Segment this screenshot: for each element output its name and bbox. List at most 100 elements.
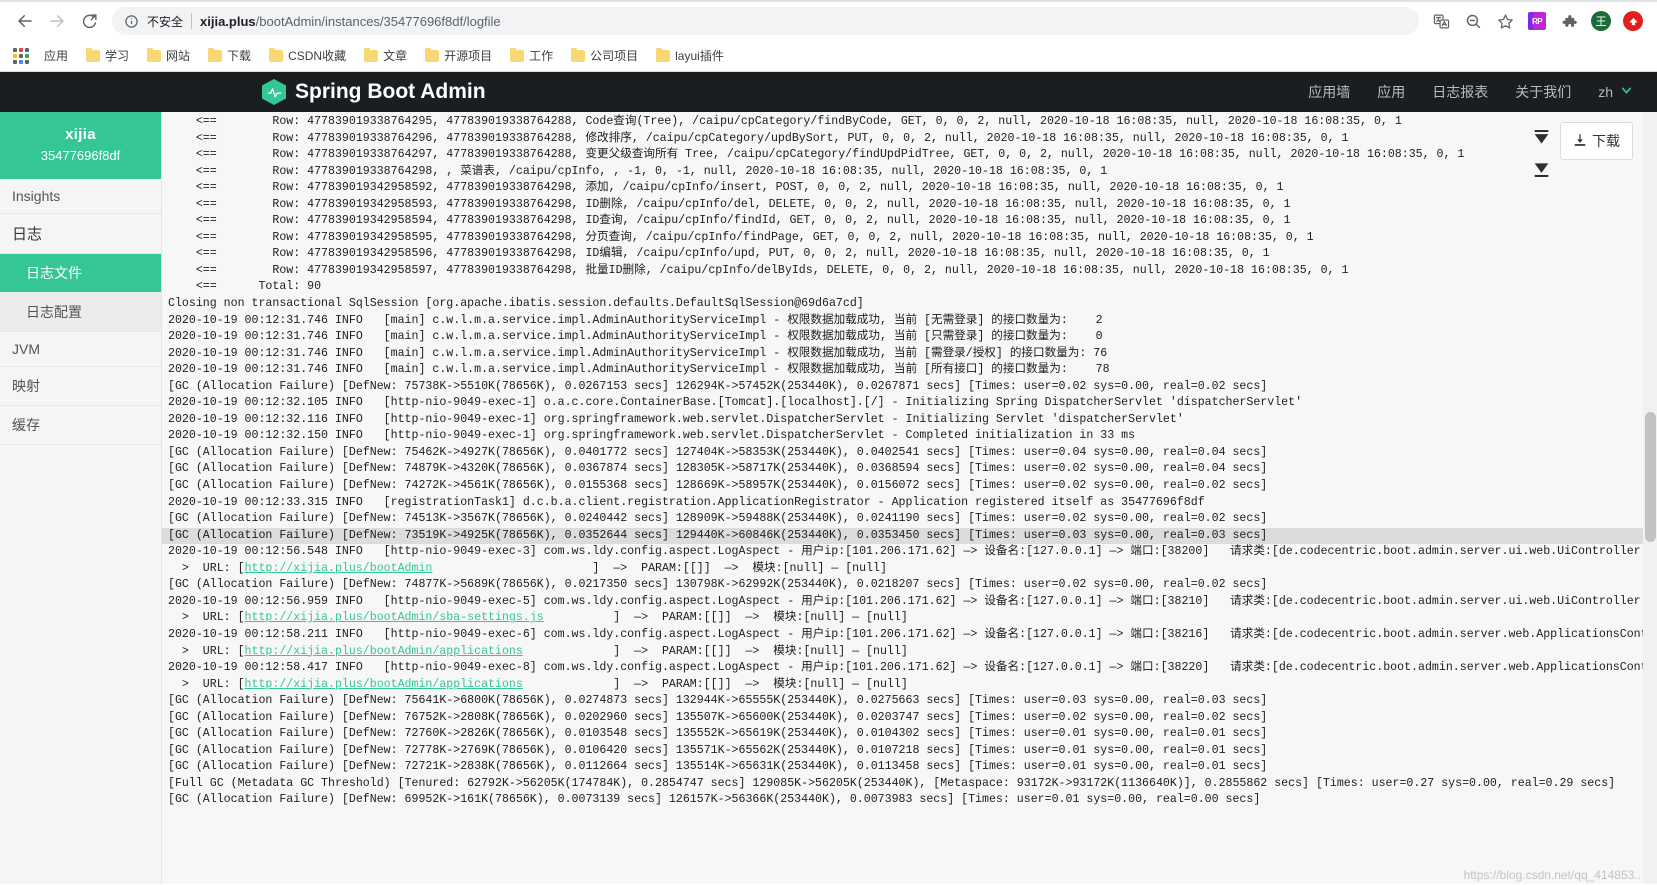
language-selector[interactable]: zh [1598, 84, 1633, 100]
bookmark-apps[interactable]: 应用 [36, 44, 76, 67]
sidebar-item-caches[interactable]: 缓存 [0, 406, 161, 445]
log-line: [GC (Allocation Failure) [DefNew: 73519K… [162, 527, 1657, 545]
download-icon [1573, 133, 1587, 150]
bookmark-folder-7[interactable]: 工作 [502, 44, 561, 67]
bookmark-folder-8[interactable]: 公司项目 [563, 44, 646, 67]
app-body: xijia 35477696f8df Insights 日志 日志文件 日志配置… [0, 112, 1657, 884]
info-circle-icon[interactable] [124, 14, 139, 29]
url-path: /bootAdmin/instances/35477696f8df/logfil… [255, 13, 501, 29]
log-line: <== Row: 477839019338764297, 47783901933… [168, 148, 1465, 162]
logfile-scrollbar-thumb[interactable] [1645, 412, 1656, 542]
logfile-scroll-area[interactable]: <== Row: 477839019338764295, 47783901933… [162, 112, 1657, 884]
bookmark-star-icon[interactable] [1491, 7, 1519, 35]
scroll-to-top-icon[interactable] [1533, 130, 1550, 150]
logfile-content: <== Row: 477839019338764295, 47783901933… [162, 112, 1657, 809]
sidebar-group-logging[interactable]: 日志 [0, 214, 161, 254]
nav-item-app-wall[interactable]: 应用墙 [1308, 82, 1350, 102]
log-url-link[interactable]: http://xijia.plus/bootAdmin/applications [245, 645, 523, 658]
log-line: > URL: [http://xijia.plus/bootAdmin ] —>… [162, 561, 1657, 578]
nav-item-log-report[interactable]: 日志报表 [1432, 82, 1488, 102]
scroll-controls [1533, 122, 1550, 182]
bookmark-folder-2[interactable]: 网站 [139, 44, 198, 67]
log-line: 2020-10-19 00:12:56.548 INFO [http-nio-9… [168, 545, 1657, 559]
bookmark-label: 应用 [44, 49, 69, 63]
folder-icon [86, 47, 101, 62]
bookmark-label: 工作 [529, 49, 554, 63]
spring-boot-admin-app: Spring Boot Admin 应用墙 应用 日志报表 关于我们 zh xi… [0, 72, 1657, 884]
back-arrow-icon[interactable] [10, 6, 40, 36]
scroll-to-bottom-icon[interactable] [1533, 162, 1550, 182]
url-text[interactable]: xijia.plus/bootAdmin/instances/35477696f… [200, 14, 501, 29]
bookmark-folder-5[interactable]: 文章 [356, 44, 415, 67]
extensions-puzzle-icon[interactable] [1555, 7, 1583, 35]
folder-icon [208, 47, 223, 62]
reload-icon[interactable] [74, 6, 104, 36]
logfile-panel: <== Row: 477839019338764295, 47783901933… [161, 112, 1657, 884]
bookmark-label: layui插件 [675, 49, 724, 63]
extension-rp-badge: RP [1528, 12, 1546, 30]
sidebar-item-jvm[interactable]: JVM [0, 332, 161, 367]
bookmark-folder-3[interactable]: 下载 [200, 44, 259, 67]
app-title: Spring Boot Admin [295, 80, 486, 103]
nav-item-applications[interactable]: 应用 [1377, 82, 1405, 102]
nav-item-about-us[interactable]: 关于我们 [1515, 82, 1571, 102]
log-line: [GC (Allocation Failure) [DefNew: 74879K… [168, 462, 1268, 476]
log-line: <== Row: 477839019342958594, 47783901933… [168, 214, 1291, 228]
log-url-link[interactable]: http://xijia.plus/bootAdmin [245, 562, 433, 575]
bookmark-folder-1[interactable]: 学习 [78, 44, 137, 67]
log-url-link[interactable]: http://xijia.plus/bootAdmin/sba-settings… [245, 611, 544, 624]
address-bar[interactable]: 不安全 xijia.plus/bootAdmin/instances/35477… [112, 7, 1419, 35]
bookmark-folder-6[interactable]: 开源项目 [417, 44, 500, 67]
profile-avatar[interactable]: 王 [1587, 7, 1615, 35]
translate-icon[interactable] [1427, 7, 1455, 35]
log-url-link[interactable]: http://xijia.plus/bootAdmin/applications [245, 678, 523, 691]
update-icon[interactable] [1619, 7, 1647, 35]
bookmark-folder-9[interactable]: layui插件 [648, 44, 732, 67]
browser-chrome: 不安全 xijia.plus/bootAdmin/instances/35477… [0, 0, 1657, 72]
log-line: 2020-10-19 00:12:58.211 INFO [http-nio-9… [168, 627, 1657, 641]
bookmark-label: 公司项目 [590, 49, 639, 63]
log-line: <== Row: 477839019342958597, 47783901933… [168, 263, 1349, 277]
download-button[interactable]: 下载 [1560, 122, 1633, 160]
log-line: [GC (Allocation Failure) [DefNew: 74513K… [168, 512, 1268, 526]
folder-icon [510, 47, 525, 62]
zoom-out-icon[interactable] [1459, 7, 1487, 35]
log-line-suffix: ] —> PARAM:[[]] —> 模块:[null] — [null] [522, 677, 908, 691]
log-line-prefix: > URL: [ [168, 677, 245, 691]
log-line: [GC (Allocation Failure) [DefNew: 72778K… [168, 743, 1268, 757]
sidebar-item-mappings[interactable]: 映射 [0, 367, 161, 406]
log-line: 2020-10-19 00:12:31.746 INFO [main] c.w.… [168, 313, 1103, 327]
log-line: <== Total: 90 [168, 280, 322, 294]
bookmark-label: 文章 [383, 49, 408, 63]
log-line: [GC (Allocation Failure) [DefNew: 74272K… [168, 479, 1268, 493]
bookmark-label: 学习 [105, 49, 130, 63]
folder-icon [425, 47, 440, 62]
folder-icon [147, 47, 162, 62]
log-line: 2020-10-19 00:12:32.116 INFO [http-nio-9… [168, 412, 1184, 426]
sidebar-instance-header[interactable]: xijia 35477696f8df [0, 112, 161, 179]
bookmark-folder-4[interactable]: CSDN收藏 [261, 44, 354, 67]
apps-grid-icon[interactable] [10, 45, 32, 67]
profile-initial: 王 [1591, 11, 1611, 31]
browser-toolbar: 不安全 xijia.plus/bootAdmin/instances/35477… [0, 2, 1657, 40]
log-line: [GC (Allocation Failure) [DefNew: 72721K… [168, 760, 1268, 774]
sidebar-item-log-config[interactable]: 日志配置 [0, 293, 161, 332]
language-label: zh [1598, 84, 1613, 100]
instance-name: xijia [65, 126, 96, 143]
sidebar-item-insights[interactable]: Insights [0, 179, 161, 214]
extension-rp-icon[interactable]: RP [1523, 7, 1551, 35]
bookmark-label: 下载 [227, 49, 252, 63]
log-line: <== Row: 477839019338764295, 47783901933… [168, 115, 1402, 128]
omnibox-divider [191, 13, 193, 29]
logfile-scrollbar[interactable] [1643, 112, 1657, 884]
brand[interactable]: Spring Boot Admin [262, 79, 486, 105]
forward-arrow-icon[interactable] [42, 6, 72, 36]
log-line: 2020-10-19 00:12:32.150 INFO [http-nio-9… [168, 429, 1136, 443]
log-line: 2020-10-19 00:12:31.746 INFO [main] c.w.… [168, 330, 1103, 344]
log-line-suffix: ] —> PARAM:[[]] —> 模块:[null] — [null] [522, 644, 908, 658]
sidebar-item-logfile[interactable]: 日志文件 [0, 254, 161, 293]
log-line-suffix: ] —> PARAM:[[]] —> 模块:[null] — [null] [543, 611, 908, 625]
log-line: [Full GC (Metadata GC Threshold) [Tenure… [168, 776, 1616, 790]
log-line: 2020-10-19 00:12:31.746 INFO [main] c.w.… [168, 346, 1108, 360]
log-line-prefix: > URL: [ [168, 611, 245, 625]
